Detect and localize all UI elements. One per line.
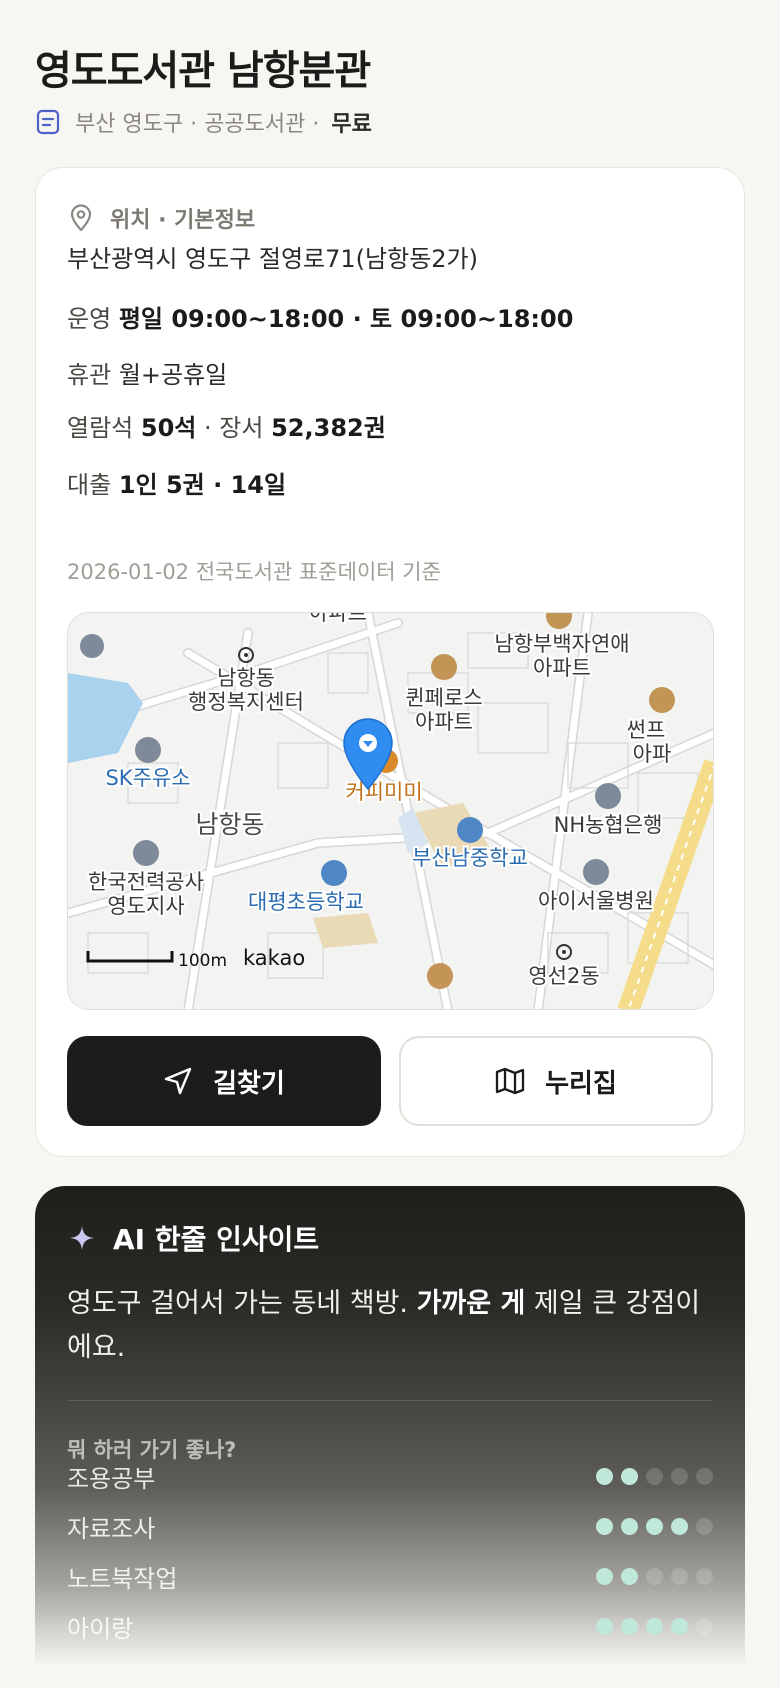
- map-scale-label: 100m: [178, 951, 227, 971]
- map-label-cafe: 커피미미: [345, 780, 422, 804]
- map-label-daepyeong: 대평초등학교: [248, 890, 364, 914]
- rating-dot-empty: [696, 1467, 713, 1485]
- rating-dot-filled: [671, 1617, 688, 1635]
- map-label-queen-1: 퀸페로스: [405, 686, 482, 710]
- website-label: 누리집: [545, 1068, 617, 1099]
- meta-row: 부산 영도구 · 공공도서관 · 무료: [35, 106, 372, 138]
- map-label-busan-school: 부산남중학교: [412, 846, 528, 870]
- rating-dots: [596, 1517, 713, 1535]
- map-brand: kakao: [243, 946, 305, 970]
- rating-dot-empty: [671, 1467, 688, 1485]
- info-section-title: 위치 · 기본정보: [110, 208, 256, 233]
- map-label-top-apt: 아파트: [309, 613, 367, 625]
- rating-dot-filled: [621, 1467, 638, 1485]
- rating-dot-filled: [621, 1567, 638, 1585]
- rating-row: 조용공부: [67, 1456, 713, 1496]
- seats-label: 열람석: [67, 414, 134, 442]
- location-pin-icon: [70, 204, 92, 232]
- rating-dot-empty: [696, 1517, 713, 1535]
- separator: ·: [204, 414, 212, 442]
- map-label-namhangbu-1: 남항부백자연애: [494, 632, 629, 656]
- address: 부산광역시 영도구 절영로71(남항동2가): [67, 245, 478, 273]
- ai-insight-header: AI 한줄 인사이트: [69, 1218, 319, 1258]
- info-section-header: 위치 · 기본정보: [68, 202, 255, 234]
- rating-dot-filled: [596, 1517, 613, 1535]
- capacity-row: 열람석 50석 · 장서 52,382권: [67, 408, 386, 443]
- rating-dots: [596, 1567, 713, 1585]
- map-label-yeongseon: 영선2동: [528, 964, 599, 988]
- hours-label: 운영: [67, 305, 112, 333]
- map-label-namhangbu-2: 아파트: [533, 656, 591, 680]
- hours-row: 운영 평일 09:00~18:00 · 토 09:00~18:00: [67, 299, 573, 334]
- map-label-kepco-2: 영도지사: [107, 894, 184, 918]
- hours-value: 평일 09:00~18:00 · 토 09:00~18:00: [118, 305, 574, 333]
- rating-label: 조용공부: [67, 1464, 156, 1493]
- map-label-namhangdong: 남항동: [195, 810, 264, 839]
- rating-dot-empty: [696, 1567, 713, 1585]
- rating-row: 자료조사: [67, 1506, 713, 1546]
- rating-dot-filled: [646, 1617, 663, 1635]
- seats-value: 50석: [140, 414, 197, 442]
- rating-dot-filled: [621, 1617, 638, 1635]
- rating-dot-empty: [696, 1617, 713, 1635]
- map-label-kepco-1: 한국전력공사: [88, 870, 204, 894]
- map-label-sk: SK주유소: [105, 766, 190, 790]
- location-map[interactable]: 아파트 남항동 행정복지센터 퀸페로스 아파트 남항부백자연애 아파트 썬프 아…: [67, 612, 714, 1010]
- rating-label: 자료조사: [67, 1514, 156, 1543]
- rating-dot-filled: [646, 1517, 663, 1535]
- navigation-arrow-icon: [164, 1067, 192, 1095]
- page-title: 영도도서관 남항분관: [35, 48, 371, 94]
- books-value: 52,382권: [271, 414, 386, 442]
- rating-dot-filled: [671, 1517, 688, 1535]
- closed-label: 휴관: [67, 361, 112, 389]
- info-card: 위치 · 기본정보 부산광역시 영도구 절영로71(남항동2가) 운영 평일 0…: [35, 167, 745, 1157]
- document-icon: [36, 109, 60, 135]
- map-label-office-2: 행정복지센터: [188, 690, 304, 714]
- rating-dot-filled: [596, 1567, 613, 1585]
- loan-row: 대출 1인 5권 · 14일: [67, 465, 286, 500]
- ai-insight-text: 영도구 걸어서 가는 동네 책방. 가까운 게 제일 큰 강점이에요.: [67, 1288, 701, 1363]
- sparkle-icon: [70, 1226, 94, 1250]
- website-button[interactable]: 누리집: [399, 1036, 713, 1126]
- books-label: 장서: [219, 414, 264, 442]
- rating-dot-empty: [646, 1467, 663, 1485]
- directions-label: 길찾기: [213, 1068, 285, 1099]
- rating-dot-empty: [646, 1567, 663, 1585]
- loan-label: 대출: [67, 471, 112, 499]
- meta-text: 부산 영도구 · 공공도서관 ·: [75, 112, 320, 137]
- directions-button[interactable]: 길찾기: [67, 1036, 381, 1126]
- rating-dots: [596, 1617, 713, 1635]
- library-detail-page: 영도도서관 남항분관 부산 영도구 · 공공도서관 · 무료 위치 · 기본정보…: [0, 0, 780, 1688]
- ai-insight-card: AI 한줄 인사이트 영도구 걸어서 가는 동네 책방. 가까운 게 제일 큰 …: [35, 1186, 745, 1688]
- map-icon: [495, 1067, 525, 1095]
- map-label-isoul: 아이서울병원: [538, 889, 654, 913]
- rating-row: 노트북작업: [67, 1556, 713, 1596]
- closed-value: 월+공휴일: [118, 361, 228, 389]
- map-label-sun-1: 썬프: [627, 718, 666, 742]
- rating-label: 아이랑: [67, 1614, 134, 1643]
- fee-badge: 무료: [331, 112, 372, 137]
- rating-dot-filled: [596, 1617, 613, 1635]
- data-source-note: 2026-01-02 전국도서관 표준데이터 기준: [67, 560, 441, 584]
- map-label-sun-2: 아파: [633, 742, 672, 766]
- rating-row: 아이랑: [67, 1606, 713, 1646]
- rating-dot-filled: [621, 1517, 638, 1535]
- rating-label: 노트북작업: [67, 1564, 178, 1593]
- divider: [67, 1400, 713, 1401]
- map-label-nh: NH농협은행: [554, 813, 663, 837]
- map-label-queen-2: 아파트: [415, 710, 473, 734]
- rating-dot-filled: [596, 1467, 613, 1485]
- map-label-office-1: 남항동: [217, 666, 275, 690]
- loan-value: 1인 5권 · 14일: [118, 471, 287, 499]
- rating-dots: [596, 1467, 713, 1485]
- ai-insight-title: AI 한줄 인사이트: [113, 1223, 320, 1256]
- rating-dot-empty: [671, 1567, 688, 1585]
- closed-row: 휴관 월+공휴일: [67, 355, 227, 390]
